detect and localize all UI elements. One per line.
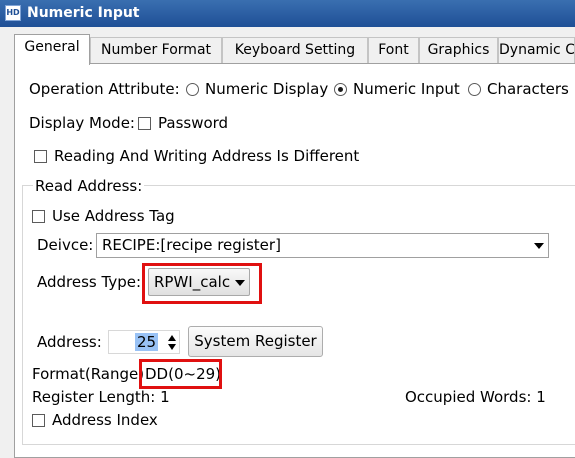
- use-address-tag-label[interactable]: Use Address Tag: [52, 207, 175, 225]
- address-index-label[interactable]: Address Index: [52, 411, 158, 429]
- numeric-display-label[interactable]: Numeric Display: [205, 80, 328, 98]
- dropdown-arrow-icon: [534, 243, 544, 249]
- system-register-button[interactable]: System Register: [188, 326, 323, 357]
- tab-dynamic[interactable]: Dynamic C: [498, 37, 575, 63]
- format-range-highlight: [139, 359, 222, 389]
- occupied-words-text: Occupied Words: 1: [405, 388, 546, 406]
- address-index-checkbox[interactable]: [32, 414, 45, 427]
- device-dropdown[interactable]: RECIPE:[recipe register]: [96, 233, 549, 258]
- password-checkbox[interactable]: [138, 117, 151, 130]
- tab-bar: General Number Format Keyboard Setting F…: [0, 34, 575, 65]
- tab-general[interactable]: General: [14, 34, 90, 65]
- numeric-input-radio[interactable]: [334, 83, 347, 96]
- app-icon: HD: [5, 5, 21, 21]
- operation-attribute-label: Operation Attribute:: [29, 80, 180, 98]
- tab-keyboard-setting[interactable]: Keyboard Setting: [222, 37, 368, 63]
- spin-down-icon[interactable]: [168, 344, 176, 350]
- address-type-label: Address Type:: [37, 273, 142, 291]
- address-label: Address:: [37, 333, 102, 351]
- format-range-label: Format(Range): [32, 365, 145, 383]
- title-bar: HD Numeric Input: [0, 0, 575, 27]
- address-type-highlight: [142, 263, 262, 304]
- address-value[interactable]: 25: [135, 333, 159, 351]
- password-label[interactable]: Password: [158, 114, 228, 132]
- spin-up-icon[interactable]: [168, 335, 176, 341]
- numeric-input-label[interactable]: Numeric Input: [353, 80, 460, 98]
- read-address-group-title: Read Address:: [33, 177, 145, 195]
- rw-different-label[interactable]: Reading And Writing Address Is Different: [54, 147, 359, 165]
- characters-display-label[interactable]: Characters D: [487, 80, 575, 98]
- numeric-display-radio[interactable]: [186, 83, 199, 96]
- characters-display-radio[interactable]: [468, 83, 481, 96]
- tab-font[interactable]: Font: [368, 37, 419, 63]
- address-spinbox[interactable]: 25: [108, 330, 180, 354]
- tab-graphics[interactable]: Graphics: [419, 37, 498, 63]
- rw-different-checkbox[interactable]: [34, 150, 47, 163]
- window-title: Numeric Input: [27, 5, 140, 21]
- device-label: Deivce:: [37, 236, 94, 254]
- device-value: RECIPE:[recipe register]: [102, 236, 281, 254]
- use-address-tag-checkbox[interactable]: [32, 210, 45, 223]
- tab-number-format[interactable]: Number Format: [90, 37, 222, 63]
- register-length-text: Register Length: 1: [32, 388, 170, 406]
- display-mode-label: Display Mode:: [29, 114, 135, 132]
